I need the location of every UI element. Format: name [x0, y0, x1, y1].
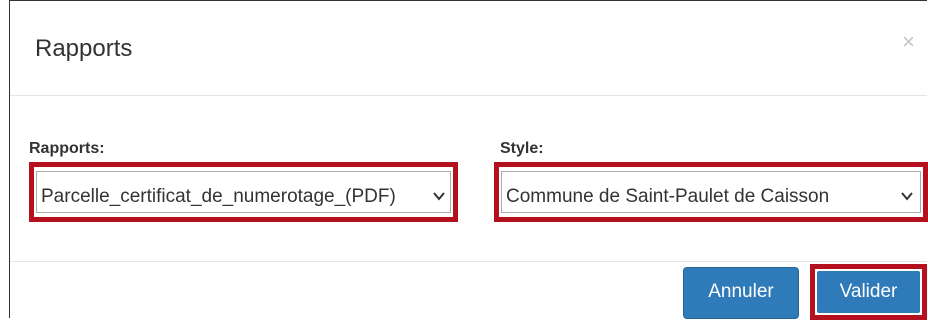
- rapports-label: Rapports:: [29, 140, 105, 157]
- chevron-down-icon: [433, 192, 445, 201]
- rapports-select[interactable]: Parcelle_certificat_de_numerotage_(PDF): [29, 162, 458, 222]
- validate-button-highlight: Valider: [810, 264, 927, 320]
- rapports-select-value: Parcelle_certificat_de_numerotage_(PDF): [41, 186, 396, 207]
- dialog-title: Rapports: [35, 35, 133, 62]
- rapports-dialog: Rapports × Rapports: Parcelle_certificat…: [9, 0, 928, 320]
- rapports-select-field[interactable]: Parcelle_certificat_de_numerotage_(PDF): [36, 171, 451, 213]
- dialog-header: Rapports ×: [10, 1, 927, 96]
- style-select[interactable]: Commune de Saint-Paulet de Caisson: [494, 162, 928, 222]
- style-select-value: Commune de Saint-Paulet de Caisson: [506, 186, 830, 207]
- style-label: Style:: [500, 140, 544, 157]
- chevron-down-icon: [901, 192, 913, 201]
- style-select-field[interactable]: Commune de Saint-Paulet de Caisson: [501, 171, 921, 213]
- cancel-button[interactable]: Annuler: [683, 267, 799, 319]
- validate-button[interactable]: Valider: [817, 271, 920, 313]
- close-icon[interactable]: ×: [902, 31, 915, 53]
- dialog-body: Rapports: Parcelle_certificat_de_numerot…: [10, 96, 928, 262]
- dialog-footer: Annuler Valider: [10, 262, 927, 320]
